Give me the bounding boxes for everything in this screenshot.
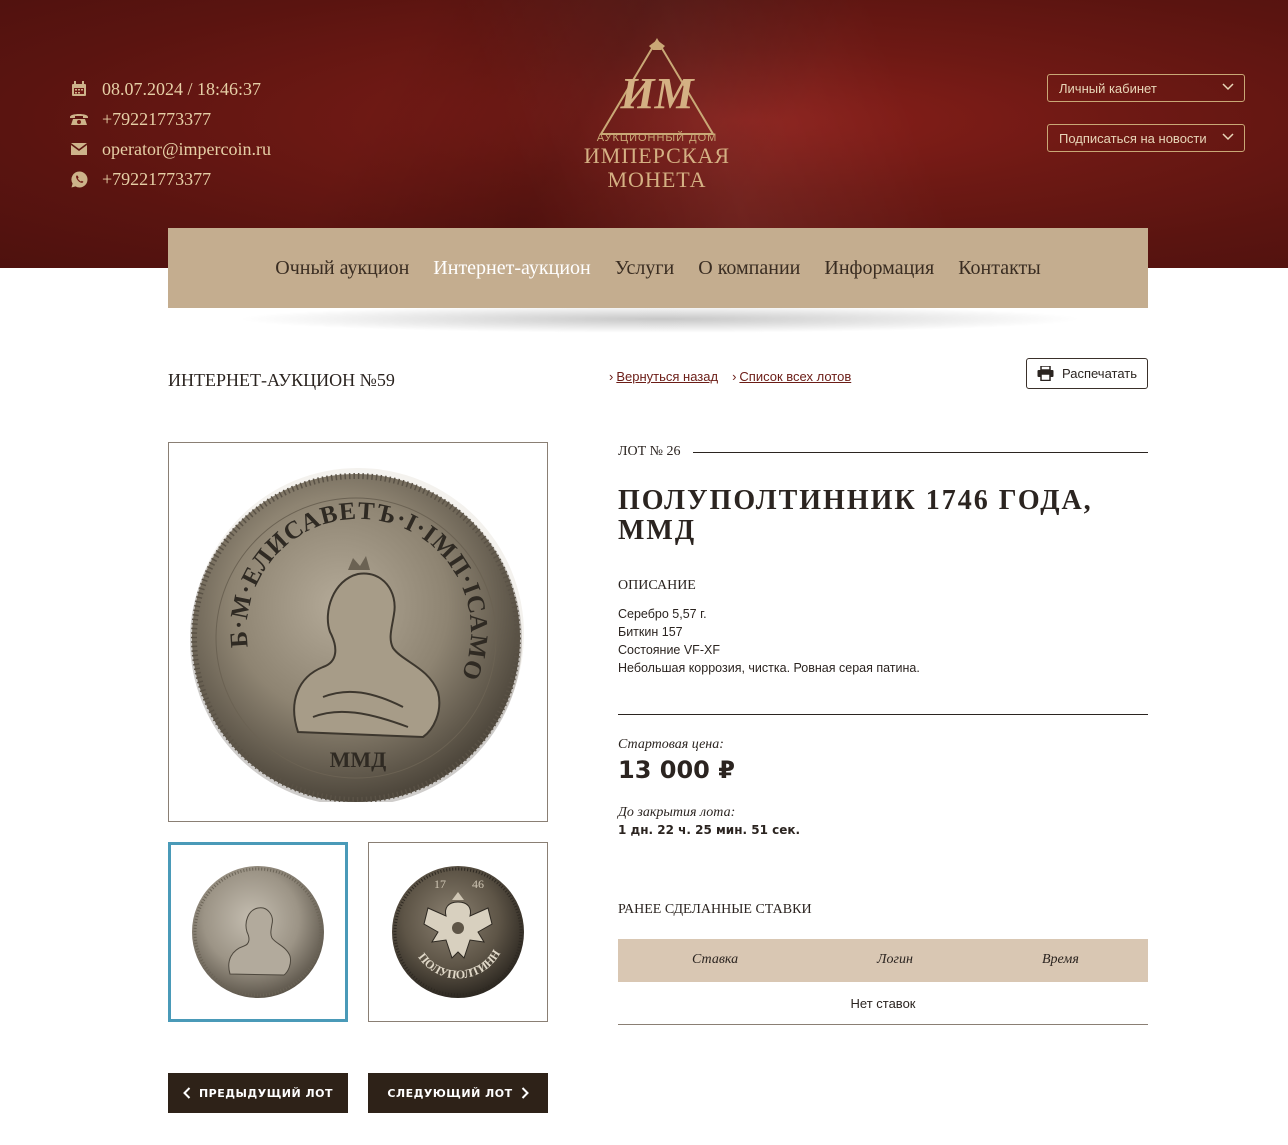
bids-heading: РАНЕЕ СДЕЛАННЫЕ СТАВКИ bbox=[618, 902, 812, 917]
description-line: Серебро 5,57 г. bbox=[618, 607, 707, 621]
previous-lot-button[interactable]: ПРЕДЫДУЩИЙ ЛОТ bbox=[168, 1073, 348, 1113]
whatsapp-link[interactable]: +79221773377 bbox=[102, 169, 211, 190]
chevron-down-icon bbox=[1222, 83, 1234, 91]
coin-obverse-thumb bbox=[192, 866, 324, 998]
contact-block: 08.07.2024 / 18:46:37 +79221773377 opera… bbox=[68, 74, 271, 194]
subscribe-select-label: Подписаться на новости bbox=[1059, 130, 1207, 146]
column-bid: Ставка bbox=[692, 952, 739, 967]
phone-icon bbox=[68, 110, 90, 128]
nav-item-contacts[interactable]: Контакты bbox=[958, 257, 1041, 280]
start-price: 13 000 ₽ bbox=[618, 756, 735, 784]
lot-title: ПОЛУПОЛТИННИК 1746 ГОДА, ММД bbox=[618, 485, 1093, 546]
account-select[interactable]: Личный кабинет bbox=[1047, 74, 1245, 102]
description-line: Биткин 157 bbox=[618, 625, 683, 639]
print-button[interactable]: Распечатать bbox=[1026, 358, 1148, 389]
datetime-row: 08.07.2024 / 18:46:37 bbox=[68, 74, 271, 104]
printer-icon bbox=[1037, 366, 1054, 381]
chevron-down-icon bbox=[1222, 133, 1234, 141]
print-label: Распечатать bbox=[1061, 366, 1137, 381]
nav-item-internet-auction[interactable]: Интернет-аукцион bbox=[433, 257, 590, 280]
page-title: ИНТЕРНЕТ-АУКЦИОН №59 bbox=[168, 370, 395, 390]
chevron-right-icon: › bbox=[609, 369, 614, 384]
closing-countdown: 1 дн. 22 ч. 25 мин. 51 сек. bbox=[618, 823, 801, 837]
chevron-right-icon: › bbox=[732, 369, 737, 384]
all-lots-link[interactable]: Список всех лотов bbox=[739, 369, 851, 384]
back-link-wrap: › Вернуться назад bbox=[609, 369, 718, 384]
lot-number-divider bbox=[692, 451, 1148, 453]
bids-table-header: Ставка Логин Время bbox=[618, 939, 1148, 982]
mail-icon bbox=[68, 140, 90, 158]
svg-text:ММД: ММД bbox=[330, 747, 387, 772]
bids-empty-row: Нет ставок bbox=[618, 982, 1148, 1025]
breadcrumb: › Вернуться назад › Список всех лотов bbox=[609, 369, 851, 384]
site-logo[interactable]: ИМ АУКЦИОННЫЙ ДОМ ИМПЕРСКАЯ МОНЕТА bbox=[568, 38, 746, 204]
column-time: Время bbox=[1042, 952, 1079, 967]
calendar-icon bbox=[68, 80, 90, 98]
column-login: Логин bbox=[877, 952, 913, 967]
thumbnail-reverse[interactable]: 17 46 ПОЛУПОЛТИННИКЪ bbox=[368, 842, 548, 1022]
lot-number: ЛОТ № 26 bbox=[618, 444, 1148, 460]
svg-text:17: 17 bbox=[434, 877, 446, 891]
all-lots-link-wrap: › Список всех лотов bbox=[732, 369, 851, 384]
nav-shadow bbox=[235, 305, 1085, 333]
closing-label: До закрытия лота: bbox=[618, 805, 736, 820]
account-select-label: Личный кабинет bbox=[1059, 80, 1157, 96]
back-link[interactable]: Вернуться назад bbox=[616, 369, 718, 384]
description-line: Небольшая коррозия, чистка. Ровная серая… bbox=[618, 661, 920, 675]
nav-item-services[interactable]: Услуги bbox=[615, 257, 675, 280]
lot-main-image[interactable]: Б·М·ЕЛИСАВЕТЪ·I·IМП·IСАМОД·ВСЕРОС· ММД bbox=[168, 442, 548, 822]
next-lot-button[interactable]: СЛЕДУЮЩИЙ ЛОТ bbox=[368, 1073, 548, 1113]
main-nav: Очный аукцион Интернет-аукцион Услуги О … bbox=[168, 228, 1148, 308]
whatsapp-icon bbox=[68, 170, 90, 188]
phone-link[interactable]: +79221773377 bbox=[102, 109, 211, 130]
description-heading: ОПИСАНИЕ bbox=[618, 578, 696, 593]
previous-lot-label: ПРЕДЫДУЩИЙ ЛОТ bbox=[198, 1086, 334, 1100]
thumbnail-obverse[interactable] bbox=[168, 842, 348, 1022]
current-datetime: 08.07.2024 / 18:46:37 bbox=[102, 78, 262, 99]
chevron-left-icon bbox=[183, 1087, 191, 1099]
logo-name-line2: МОНЕТА bbox=[607, 167, 707, 192]
lot-description: Серебро 5,57 г. Биткин 157 Состояние VF-… bbox=[618, 605, 920, 677]
nav-item-live-auction[interactable]: Очный аукцион bbox=[275, 257, 409, 280]
divider bbox=[618, 714, 1148, 715]
lot-number-text: ЛОТ № 26 bbox=[618, 444, 681, 459]
whatsapp-row: +79221773377 bbox=[68, 164, 271, 194]
description-line: Состояние VF-XF bbox=[618, 643, 720, 657]
logo-emblem: ИМ bbox=[599, 38, 715, 135]
coin-obverse-image: Б·М·ЕЛИСАВЕТЪ·I·IМП·IСАМОД·ВСЕРОС· ММД bbox=[188, 462, 524, 802]
coin-reverse-thumb: 17 46 ПОЛУПОЛТИННИКЪ bbox=[388, 862, 524, 998]
phone-row: +79221773377 bbox=[68, 104, 271, 134]
svg-text:ИМ: ИМ bbox=[619, 69, 695, 118]
logo-name-line1: ИМПЕРСКАЯ bbox=[583, 143, 731, 168]
svg-text:46: 46 bbox=[472, 877, 484, 891]
subscribe-select[interactable]: Подписаться на новости bbox=[1047, 124, 1245, 152]
nav-item-information[interactable]: Информация bbox=[824, 257, 934, 280]
email-row: operator@impercoin.ru bbox=[68, 134, 271, 164]
email-link[interactable]: operator@impercoin.ru bbox=[102, 139, 271, 160]
next-lot-label: СЛЕДУЮЩИЙ ЛОТ bbox=[387, 1086, 513, 1100]
chevron-right-icon bbox=[521, 1087, 529, 1099]
start-price-label: Стартовая цена: bbox=[618, 737, 724, 752]
nav-item-about[interactable]: О компании bbox=[698, 257, 800, 280]
